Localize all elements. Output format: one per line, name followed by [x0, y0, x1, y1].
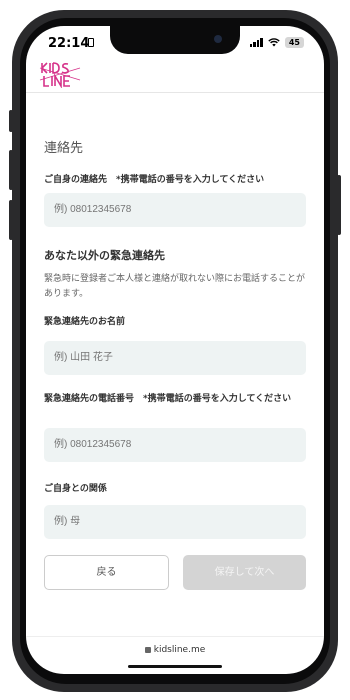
own-contact-label: ご自身の連絡先 *携帯電話の番号を入力してください: [44, 175, 265, 185]
status-time: 22:14: [48, 36, 90, 51]
emergency-heading: あなた以外の緊急連絡先: [44, 249, 165, 262]
phone-screen: 22:14 45 連絡先 ご自身の連絡先 *携帯電話の番号を入力してください 例…: [26, 26, 324, 674]
kidsline-logo[interactable]: [38, 60, 82, 88]
section-title: 連絡先: [44, 141, 84, 156]
silent-switch: [9, 110, 13, 132]
emergency-note: 緊急時に登録者ご本人様と連絡が取れない際にお電話することがあります。: [44, 274, 306, 299]
volume-down-button: [9, 200, 13, 240]
emergency-name-label: 緊急連絡先のお名前: [44, 317, 126, 327]
notch: [110, 26, 240, 54]
relation-label: ご自身との関係: [44, 484, 107, 494]
emergency-name-input[interactable]: [44, 341, 306, 375]
front-camera-icon: [214, 35, 222, 43]
signal-icon: [249, 38, 263, 47]
power-button: [337, 175, 341, 235]
save-next-button[interactable]: 保存して次へ: [183, 555, 306, 590]
status-icons: 45: [249, 37, 304, 48]
browser-footer: kidsline.me: [26, 636, 324, 674]
emergency-phone-input[interactable]: [44, 428, 306, 462]
sim-icon: [88, 38, 94, 47]
back-button[interactable]: 戻る: [44, 555, 169, 590]
emergency-phone-label: 緊急連絡先の電話番号 *携帯電話の番号を入力してください: [44, 394, 292, 404]
own-contact-input[interactable]: [44, 193, 306, 227]
url-bar[interactable]: kidsline.me: [26, 645, 324, 655]
wifi-icon: [268, 38, 280, 47]
app-header: [26, 56, 324, 93]
url-text: kidsline.me: [153, 645, 206, 655]
volume-up-button: [9, 150, 13, 190]
home-indicator[interactable]: [128, 665, 222, 668]
battery-icon: 45: [284, 37, 304, 48]
relation-input[interactable]: [44, 505, 306, 539]
lock-icon: [144, 646, 151, 653]
